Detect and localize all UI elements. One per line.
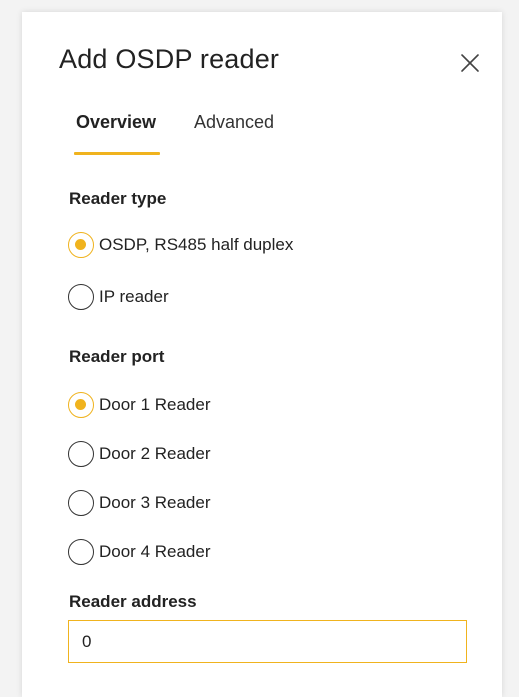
active-tab-indicator bbox=[74, 152, 160, 155]
radio-door-1-reader[interactable]: Door 1 Reader bbox=[68, 390, 211, 420]
radio-label: Door 1 Reader bbox=[99, 395, 211, 414]
radio-unchecked-icon bbox=[68, 539, 94, 565]
radio-label: Door 2 Reader bbox=[99, 444, 211, 463]
tab-advanced[interactable]: Advanced bbox=[194, 112, 274, 133]
radio-checked-icon bbox=[68, 232, 94, 258]
radio-osdp-rs485[interactable]: OSDP, RS485 half duplex bbox=[68, 230, 293, 260]
radio-door-2-reader[interactable]: Door 2 Reader bbox=[68, 439, 211, 469]
radio-label: Door 3 Reader bbox=[99, 493, 211, 512]
radio-door-4-reader[interactable]: Door 4 Reader bbox=[68, 537, 211, 567]
radio-label: Door 4 Reader bbox=[99, 542, 211, 561]
radio-door-3-reader[interactable]: Door 3 Reader bbox=[68, 488, 211, 518]
dialog-title: Add OSDP reader bbox=[59, 44, 280, 74]
radio-unchecked-icon bbox=[68, 490, 94, 516]
radio-label: IP reader bbox=[99, 287, 169, 306]
reader-address-input[interactable] bbox=[68, 620, 467, 663]
close-icon bbox=[461, 54, 479, 72]
radio-label: OSDP, RS485 half duplex bbox=[99, 235, 294, 254]
radio-unchecked-icon bbox=[68, 284, 94, 310]
reader-address-label: Reader address bbox=[69, 592, 197, 611]
close-button[interactable] bbox=[458, 51, 482, 75]
radio-unchecked-icon bbox=[68, 441, 94, 467]
reader-type-label: Reader type bbox=[69, 189, 167, 208]
radio-checked-icon bbox=[68, 392, 94, 418]
reader-port-label: Reader port bbox=[69, 347, 165, 366]
radio-ip-reader[interactable]: IP reader bbox=[68, 282, 169, 312]
add-osdp-reader-dialog: Add OSDP reader Overview Advanced Reader… bbox=[22, 12, 502, 697]
tab-overview[interactable]: Overview bbox=[76, 112, 156, 133]
